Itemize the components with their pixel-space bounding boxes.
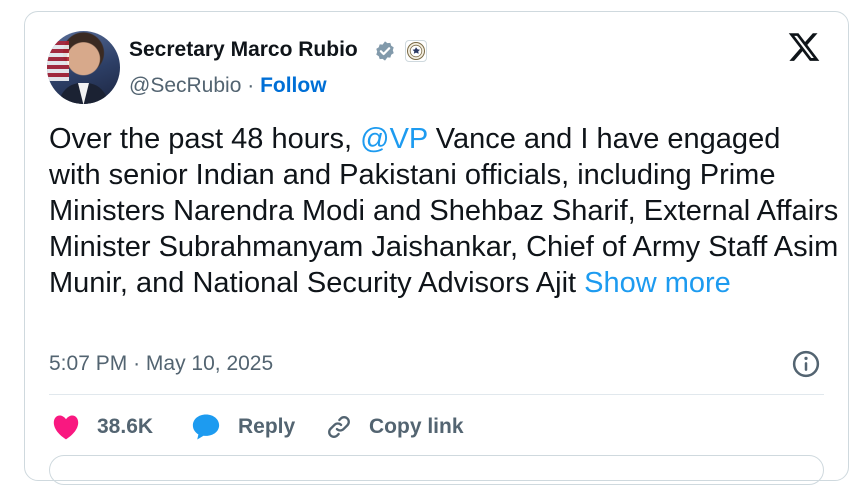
meta-separator: · [133, 352, 141, 375]
tweet-text-part-1: Over the past 48 hours, [49, 123, 361, 155]
likes-count: 38.6K [97, 415, 154, 438]
reply-label: Reply [238, 415, 296, 438]
like-button[interactable]: 38.6K [52, 412, 153, 442]
divider [49, 394, 824, 395]
heart-icon [53, 415, 79, 440]
tweet-text: Over the past 48 hours, @VP Vance and I … [49, 121, 839, 301]
link-icon [328, 416, 350, 438]
info-icon[interactable] [791, 349, 821, 379]
reply-button[interactable]: Reply [191, 412, 295, 442]
handle-separator: · [247, 74, 255, 97]
copy-link-label: Copy link [369, 415, 464, 438]
follow-button[interactable]: Follow [260, 74, 327, 97]
verified-badge-icon [376, 41, 394, 61]
author-name[interactable]: Secretary Marco Rubio [129, 38, 358, 62]
tweet-date: May 10, 2025 [145, 352, 274, 375]
tweet-time: 5:07 PM [49, 352, 128, 375]
x-logo-icon[interactable] [786, 30, 822, 64]
tweet-timestamp[interactable]: 5:07 PM · May 10, 2025 [49, 352, 273, 376]
show-more-link[interactable]: Show more [584, 267, 731, 299]
read-replies-button[interactable] [49, 455, 824, 485]
state-department-seal-icon[interactable] [405, 40, 427, 62]
author-avatar[interactable] [47, 31, 120, 104]
author-handle-row: @SecRubio · Follow [129, 74, 327, 98]
mention-link-vp[interactable]: @VP [360, 123, 428, 155]
author-handle[interactable]: @SecRubio [129, 74, 241, 97]
reply-bubble-icon [192, 414, 220, 440]
flag-backdrop [47, 41, 69, 81]
copy-link-button[interactable]: Copy link [325, 412, 464, 442]
